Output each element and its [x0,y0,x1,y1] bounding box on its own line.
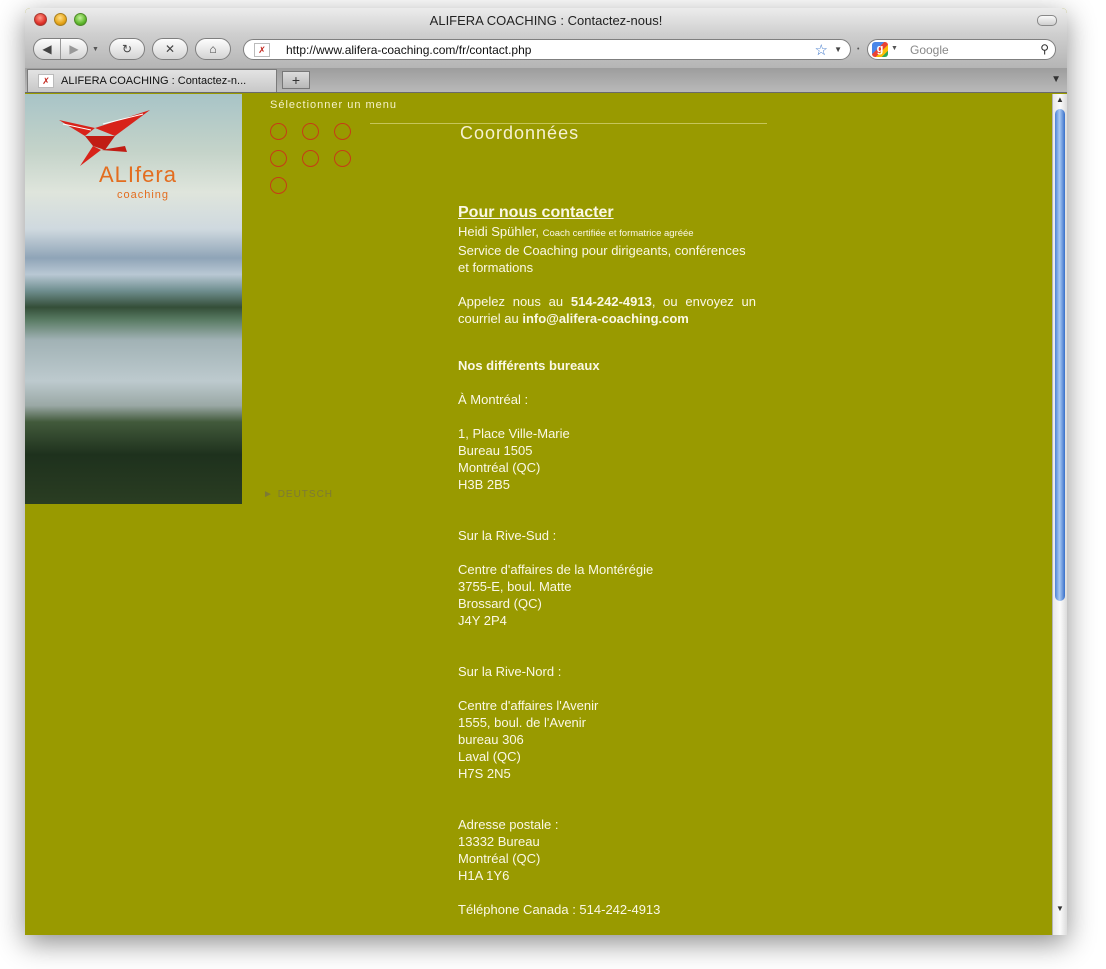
search-bar[interactable]: g ▼ Google ⚲ [867,39,1056,60]
tab-list-icon[interactable]: ▼ [1051,74,1061,85]
menu-circle-7[interactable] [270,177,287,194]
back-icon[interactable]: ◀ [34,42,60,56]
reload-button[interactable]: ↻ [109,38,145,60]
search-icon[interactable]: ⚲ [1040,42,1049,56]
history-dropdown-icon[interactable]: ▼ [92,46,99,53]
call-paragraph: Appelez nous au 514-242-4913, ou envoyez… [458,293,756,327]
vertical-scrollbar[interactable]: ▲ ▼ [1052,94,1067,935]
address-line: bureau 306 [458,732,524,747]
site-favicon-icon: ✗ [254,43,270,57]
address-line: Bureau 1505 [458,443,533,458]
stop-button[interactable]: ✕ [152,38,188,60]
office-address-montreal: 1, Place Ville-Marie Bureau 1505 Montréa… [458,425,756,493]
navigation-toolbar: ◀ ▶ ▼ ↻ ✕ ⌂ ✗ http://www.alifera-coachin… [25,34,1067,68]
menu-circle-3[interactable] [334,123,351,140]
postal-label: Adresse postale : [458,817,559,832]
address-line: 1, Place Ville-Marie [458,426,570,441]
search-engine-icon[interactable]: g [872,42,888,57]
language-link-label: DEUTSCH [277,489,334,500]
phone-canada: Téléphone Canada : 514-242-4913 [458,902,661,917]
office-address-rive-sud: Centre d'affaires de la Montérégie 3755-… [458,561,756,629]
tab-contact[interactable]: ✗ ALIFERA COACHING : Contactez-n... [27,69,277,92]
home-icon: ⌂ [209,42,217,56]
address-line: H1A 1Y6 [458,868,510,883]
back-forward-buttons: ◀ ▶ [33,38,88,60]
contact-heading: Pour nous contacter [458,204,614,221]
contact-person: Heidi Spühler, Coach certifiée et format… [458,223,756,242]
page-title: Coordonnées [460,123,580,143]
address-line: 13332 Bureau [458,834,540,849]
person-title: Coach certifiée et formatrice agréée [542,228,694,239]
title-bar: ALIFERA COACHING : Contactez-nous! [25,8,1067,34]
browser-window: ALIFERA COACHING : Contactez-nous! ◀ ▶ ▼… [25,8,1067,935]
window-title: ALIFERA COACHING : Contactez-nous! [429,13,663,28]
address-line: 3755-E, boul. Matte [458,579,572,594]
address-line: H3B 2B5 [458,477,511,492]
menu-circle-5[interactable] [302,150,319,167]
stop-icon: ✕ [164,42,176,56]
url-bar[interactable]: ✗ http://www.alifera-coaching.com/fr/con… [243,39,851,60]
office-region-rive-sud: Sur la Rive-Sud : [458,528,557,543]
toolbar-toggle-button[interactable] [1037,15,1057,26]
address-line: 1555, boul. de l'Avenir [458,715,587,730]
search-input[interactable]: Google [910,43,949,57]
tab-label: ALIFERA COACHING : Contactez-n... [61,75,247,87]
forward-icon[interactable]: ▶ [61,42,87,56]
offices-heading: Nos différents bureaux [458,358,600,373]
url-dropdown-icon[interactable]: ▼ [834,45,842,54]
phone-number: 514-242-4913 [570,294,652,309]
home-button[interactable]: ⌂ [195,38,231,60]
address-line: Montréal (QC) [458,851,541,866]
person-name: Heidi Spühler, [458,224,539,239]
brand-logo-subtitle: coaching [117,189,170,201]
tab-bar: ✗ ALIFERA COACHING : Contactez-n... + ▼ [25,68,1067,93]
search-separator-icon: • [857,46,860,53]
menu-circle-4[interactable] [270,150,287,167]
address-line: H7S 2N5 [458,766,511,781]
reload-icon: ↻ [121,42,133,56]
call-prefix: Appelez nous au [458,294,564,309]
address-line: Laval (QC) [458,749,521,764]
contact-content: Pour nous contacter Heidi Spühler, Coach… [458,203,756,918]
header-photo: ALIfera coaching [25,94,242,504]
new-tab-button[interactable]: + [282,71,310,89]
search-engine-dropdown-icon[interactable]: ▼ [891,45,898,52]
address-line: Brossard (QC) [458,596,542,611]
tab-favicon-icon: ✗ [38,74,54,88]
menu-circle-6[interactable] [334,150,351,167]
brand-logo-text: ALIfera [99,162,177,187]
office-region-rive-nord: Sur la Rive-Nord : [458,664,562,679]
scrollbar-thumb[interactable] [1055,109,1065,601]
service-description: Service de Coaching pour dirigeants, con… [458,243,746,275]
address-line: Centre d'affaires l'Avenir [458,698,599,713]
address-line: Centre d'affaires de la Montérégie [458,562,654,577]
scroll-down-icon[interactable]: ▼ [1056,904,1064,913]
url-text[interactable]: http://www.alifera-coaching.com/fr/conta… [286,43,531,57]
address-line: J4Y 2P4 [458,613,507,628]
arrow-icon: ► [263,489,274,500]
email-link[interactable]: info@alifera-coaching.com [522,311,689,326]
language-link[interactable]: ► DEUTSCH [263,489,333,500]
menu-circle-1[interactable] [270,123,287,140]
menu-select-label: Sélectionner un menu [270,99,398,111]
scroll-up-icon[interactable]: ▲ [1056,95,1064,104]
office-region-montreal: À Montréal : [458,392,529,407]
bookmark-star-icon[interactable]: ☆ [815,41,828,59]
office-address-rive-nord: Centre d'affaires l'Avenir 1555, boul. d… [458,697,756,782]
postal-address: Adresse postale : 13332 Bureau Montréal … [458,816,756,884]
page-content: ALIfera coaching Sélectionner un menu ► … [25,94,1052,935]
menu-circle-2[interactable] [302,123,319,140]
address-line: Montréal (QC) [458,460,541,475]
